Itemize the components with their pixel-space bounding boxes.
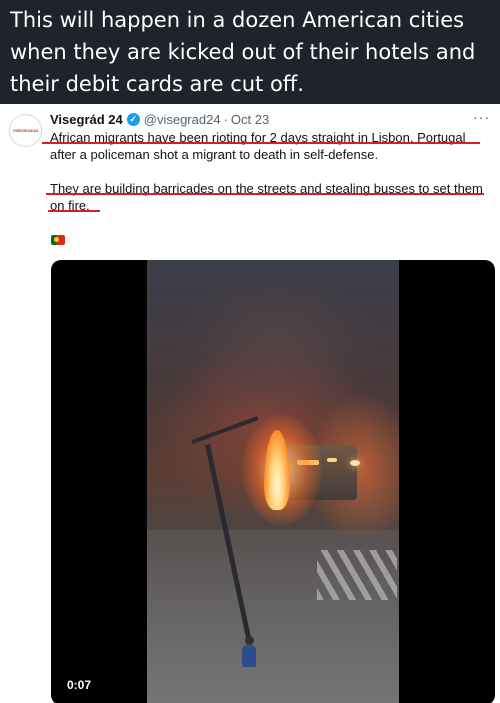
meme-caption: This will happen in a dozen American cit… [0,0,500,104]
video-frame-street-fire [147,260,399,703]
tweet-date[interactable]: Oct 23 [231,112,269,127]
author-name[interactable]: Visegrád 24 [50,112,123,127]
bus-light [327,458,337,462]
smoke [177,270,377,420]
author-avatar[interactable]: VISEGRAD24 [9,114,42,147]
tweet-text-line: on fire. [50,198,90,213]
crosswalk [317,550,397,600]
video-player[interactable]: 0:07 [51,260,495,703]
streetlight [350,460,360,466]
person-figure [242,645,256,667]
person-figure [245,636,254,645]
portugal-flag-icon [51,235,65,245]
author-handle[interactable]: @visegrad24 [144,112,221,127]
verified-badge-icon: ✓ [126,112,140,126]
caption-line-1: This will happen in a dozen American cit… [10,8,465,32]
video-timestamp: 0:07 [67,678,92,692]
tweet-text-line: after a policeman shot a migrant to deat… [50,147,379,162]
caption-line-2: when they are kicked out of their hotels… [10,40,476,64]
separator-dot: · [223,111,228,127]
more-options-icon[interactable]: ··· [473,109,490,125]
red-underline-annotation [48,210,100,212]
avatar-logo-text: VISEGRAD24 [12,128,39,133]
tweet-header: Visegrád 24 ✓ @visegrad24 · Oct 23 [50,110,269,128]
red-underline-annotation [46,193,484,195]
caption-line-3: their debit cards are cut off. [10,72,304,96]
red-underline-annotation [42,142,480,144]
tweet-card[interactable]: VISEGRAD24 Visegrád 24 ✓ @visegrad24 · O… [0,104,500,703]
